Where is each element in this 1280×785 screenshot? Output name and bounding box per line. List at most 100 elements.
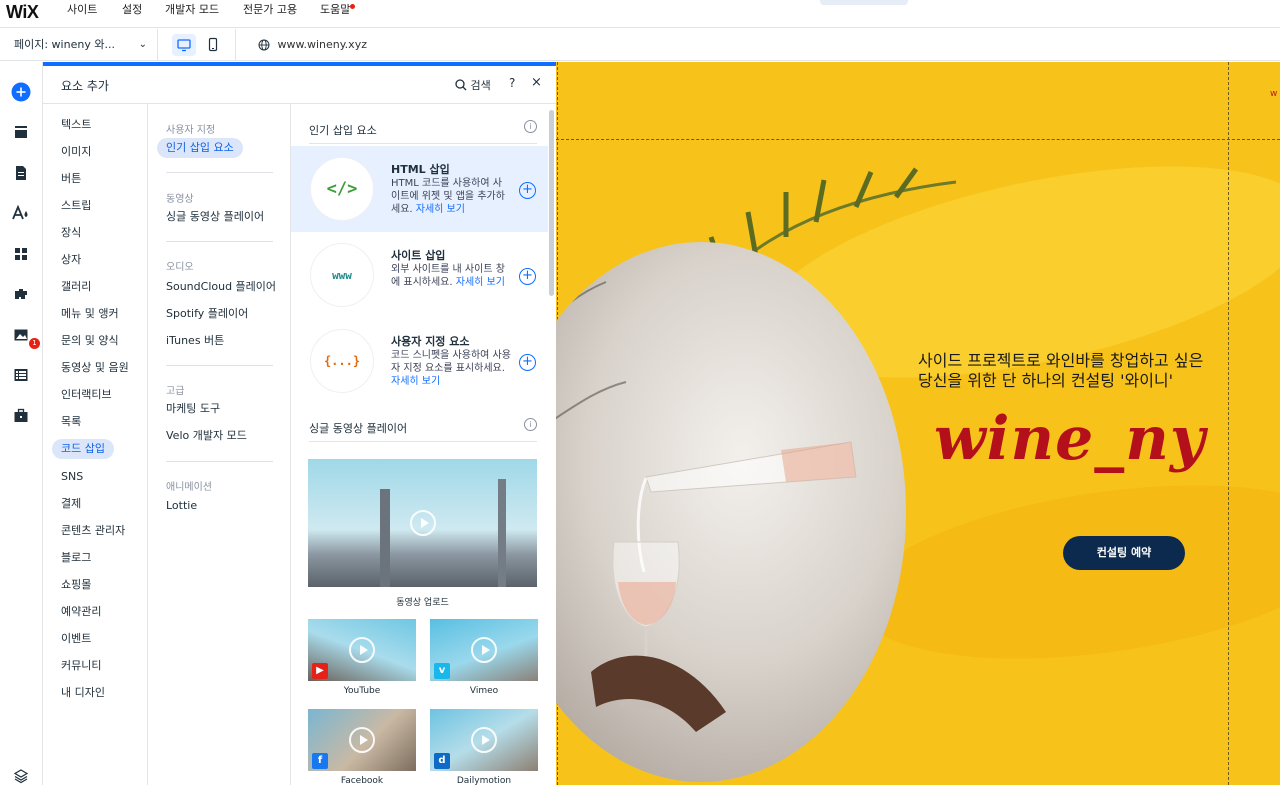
vimeo-icon: v [434,663,450,679]
category-button[interactable]: 버튼 [52,169,90,189]
panel-search-button[interactable]: 검색 [455,77,491,93]
info-icon[interactable]: i [524,418,537,431]
site-embed-card[interactable]: www 사이트 삽입 외부 사이트를 내 사이트 창에 표시하세요. 자세히 보… [291,232,548,318]
media-button[interactable] [7,321,35,349]
add-element-button[interactable]: + [519,354,536,371]
layers-button[interactable] [7,762,35,785]
pages-button[interactable] [7,159,35,187]
category-gallery[interactable]: 갤러리 [52,277,100,297]
youtube-video-thumbnail[interactable]: ▶ [308,619,416,681]
subcategory-spotify[interactable]: Spotify 플레이어 [166,304,248,324]
wix-logo[interactable]: WiX [6,2,39,23]
category-cms[interactable]: 콘텐츠 관리자 [52,521,134,541]
menu-hire-expert[interactable]: 전문가 고용 [243,0,297,28]
learn-more-link[interactable]: 자세히 보기 [416,204,465,215]
subcategory-single-video[interactable]: 싱글 동영상 플레이어 [166,207,264,227]
desktop-icon [177,39,191,52]
subgroup-divider [166,172,273,173]
menu-settings[interactable]: 설정 [122,0,142,28]
business-button[interactable] [7,402,35,430]
add-elements-button[interactable] [7,78,35,106]
desktop-view-button[interactable] [172,34,196,56]
sections-icon [15,126,27,138]
card-title: HTML 삽입 [391,163,450,176]
editor-toolbar: 페이지: wineny 와... ⌄ www.wineny.xyz [0,29,1280,61]
info-icon[interactable]: i [524,120,537,133]
add-icon [11,82,31,102]
category-text[interactable]: 텍스트 [52,115,100,135]
card-description-text: 코드 스니펫을 사용하여 사용자 지정 요소를 표시하세요. [391,350,511,374]
subgroup-heading-animation: 애니메이션 [166,482,212,493]
cms-button[interactable] [7,361,35,389]
add-element-button[interactable]: + [519,182,536,199]
top-bar: WiX 사이트 설정 개발자 모드 전문가 고용 도움말 [0,0,1280,28]
youtube-label: YouTube [343,686,381,696]
menu-site[interactable]: 사이트 [67,0,97,28]
subcategory-itunes[interactable]: iTunes 버튼 [166,331,224,351]
category-store[interactable]: 쇼핑몰 [52,575,100,595]
facebook-video-thumbnail[interactable]: f [308,709,416,771]
category-bookings[interactable]: 예약관리 [52,602,110,622]
subcategory-list: 사용자 지정 인기 삽입 요소 동영상 싱글 동영상 플레이어 오디오 Soun… [148,104,291,785]
category-embed-code[interactable]: 코드 삽입 [52,439,114,459]
subcategory-popular-embeds[interactable]: 인기 삽입 요소 [157,138,243,158]
subgroup-heading-custom: 사용자 지정 [166,125,216,136]
video-upload-thumbnail[interactable] [308,459,537,587]
app-market-button[interactable] [7,280,35,308]
sections-button[interactable] [7,118,35,146]
category-community[interactable]: 커뮤니티 [52,656,110,676]
business-icon [14,408,28,422]
subcategory-velo[interactable]: Velo 개발자 모드 [166,426,247,446]
category-decorative[interactable]: 장식 [52,223,90,243]
learn-more-link[interactable]: 자세히 보기 [456,277,505,288]
add-element-button[interactable]: + [519,268,536,285]
category-interactive[interactable]: 인터랙티브 [52,385,121,405]
close-icon[interactable]: × [531,75,542,90]
element-gallery: 인기 삽입 요소 i </> HTML 삽입 HTML 코드를 사용하여 사이트… [291,104,548,785]
site-canvas[interactable]: w 사이드 프로젝트로 와인바를 창업하고 싶은 당신을 위한 단 하나의 컨설… [556,62,1280,785]
code-icon: </> [310,157,374,221]
category-social[interactable]: SNS [52,467,92,487]
dailymotion-video-thumbnail[interactable]: d [430,709,538,771]
subcategory-soundcloud[interactable]: SoundCloud 플레이어 [166,277,276,297]
category-list-item[interactable]: 목록 [52,412,90,432]
category-box[interactable]: 상자 [52,250,90,270]
vimeo-label: Vimeo [469,686,499,696]
panel-header: 요소 추가 검색 ? × [43,66,556,104]
category-events[interactable]: 이벤트 [52,629,100,649]
subgroup-heading-advanced: 고급 [166,386,185,397]
category-my-designs[interactable]: 내 디자인 [52,683,114,703]
panel-scrollbar[interactable] [549,110,554,296]
notification-dot [350,4,356,9]
help-icon[interactable]: ? [509,76,515,90]
custom-element-card[interactable]: {...} 사용자 지정 요소 코드 스니펫을 사용하여 사용자 지정 요소를 … [291,318,548,404]
brand-logo-text[interactable]: wine_ny [934,404,1206,474]
menu-dev-mode[interactable]: 개발자 모드 [165,0,219,28]
category-contact-forms[interactable]: 문의 및 양식 [52,331,128,351]
category-image[interactable]: 이미지 [52,142,100,162]
learn-more-link[interactable]: 자세히 보기 [391,376,440,387]
category-blog[interactable]: 블로그 [52,548,100,568]
video-upload-label: 동영상 업로드 [396,598,449,608]
vimeo-video-thumbnail[interactable]: v [430,619,538,681]
play-icon [471,637,497,663]
apps-button[interactable] [7,240,35,268]
play-icon [349,637,375,663]
subcategory-marketing-tools[interactable]: 마케팅 도구 [166,399,220,419]
consulting-booking-button[interactable]: 컨설팅 예약 [1063,536,1185,570]
card-title: 사이트 삽입 [391,249,446,262]
category-video-music[interactable]: 동영상 및 음원 [52,358,138,378]
html-embed-card[interactable]: </> HTML 삽입 HTML 코드를 사용하여 사이트에 위젯 및 앱을 추… [291,146,548,232]
site-url[interactable]: www.wineny.xyz [258,29,367,61]
subcategory-lottie[interactable]: Lottie [166,496,197,516]
category-payments[interactable]: 결제 [52,494,90,514]
category-menu-anchor[interactable]: 메뉴 및 앵커 [52,304,128,324]
menu-help[interactable]: 도움말 [320,0,356,28]
left-rail: 1 [0,62,43,785]
category-strip[interactable]: 스트립 [52,196,100,216]
apps-icon [15,248,27,260]
design-button[interactable] [7,199,35,227]
hero-headline[interactable]: 사이드 프로젝트로 와인바를 창업하고 싶은 당신을 위한 단 하나의 컨설팅 … [918,351,1248,391]
page-selector[interactable]: 페이지: wineny 와... ⌄ [0,29,158,61]
mobile-view-button[interactable] [201,34,225,56]
